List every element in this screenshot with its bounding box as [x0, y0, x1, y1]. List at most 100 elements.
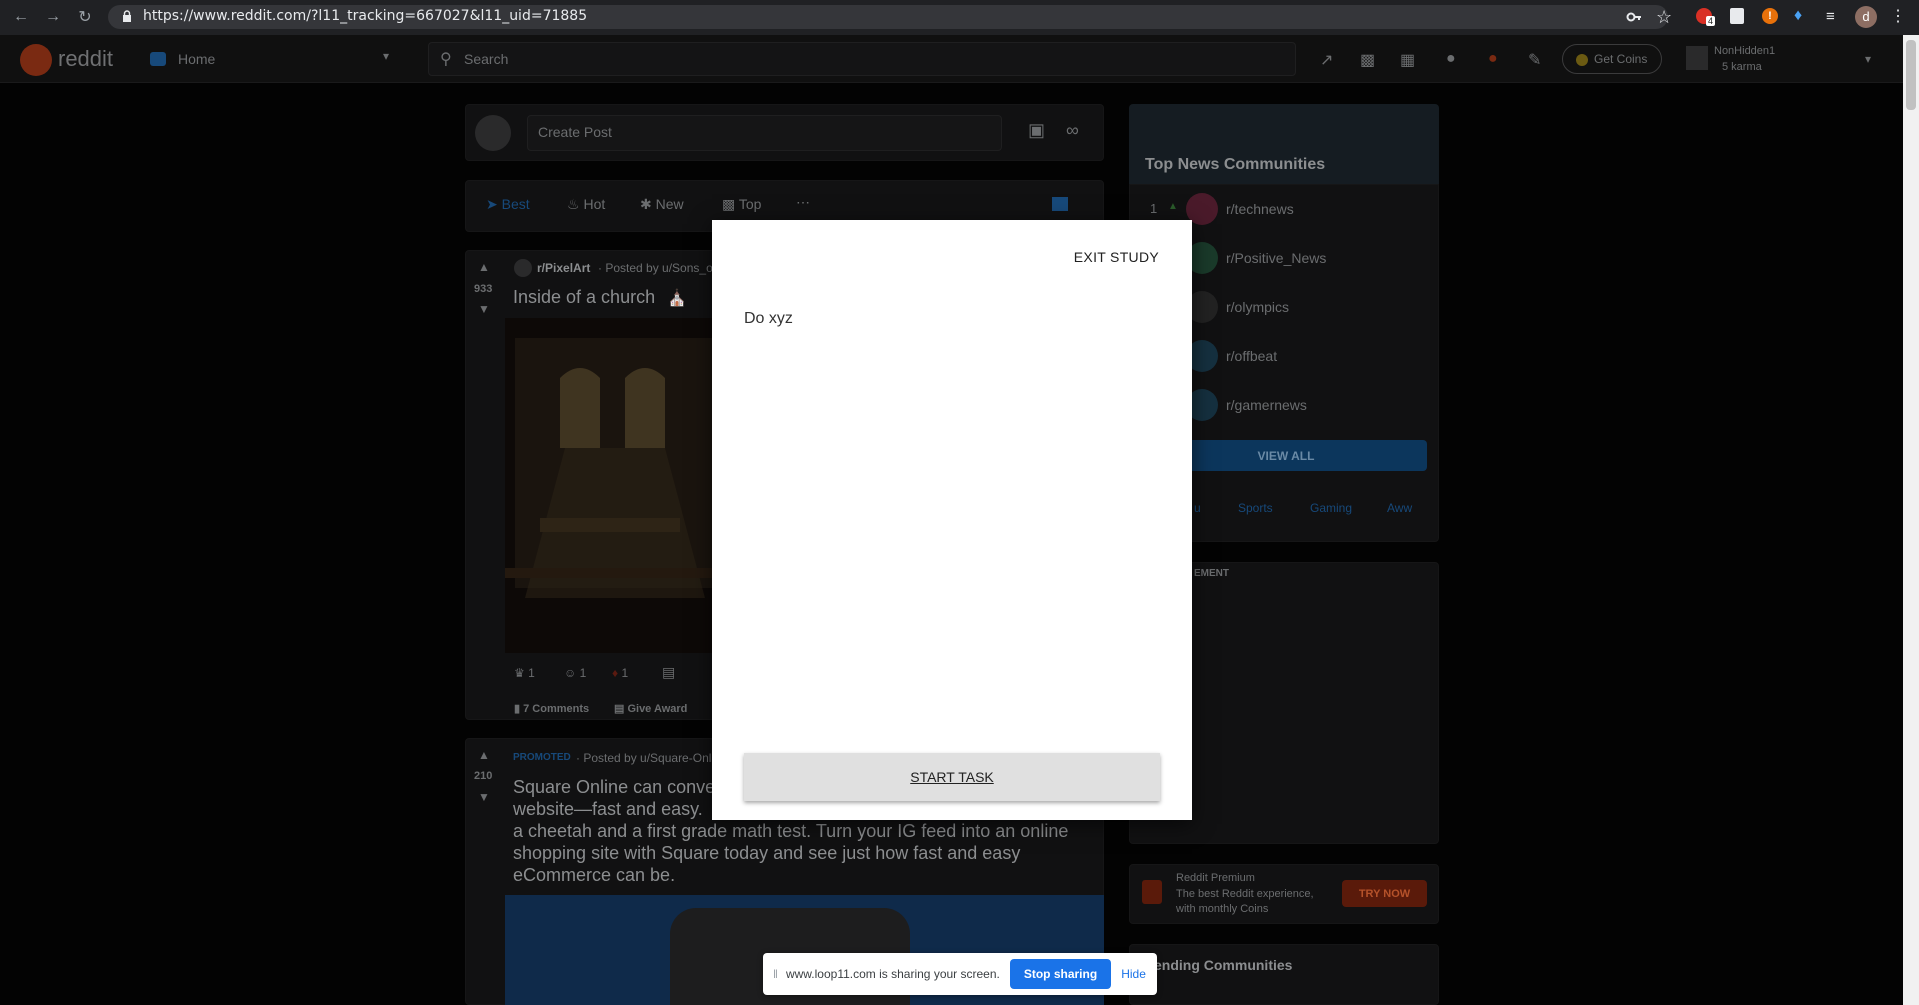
sort-tab-best[interactable]: ➤ Best	[486, 196, 530, 213]
topic-tab[interactable]: Gaming	[1310, 501, 1352, 515]
extension-alert-icon[interactable]: !	[1762, 8, 1778, 24]
profile-avatar[interactable]: d	[1855, 6, 1877, 28]
link-icon[interactable]: ∞	[1066, 120, 1079, 141]
start-task-button[interactable]: START TASK	[744, 753, 1160, 801]
award-3-icon[interactable]: ♦ 1	[612, 666, 628, 680]
stats-icon[interactable]: ▩	[1360, 50, 1375, 70]
award-2-icon[interactable]: ☺ 1	[564, 666, 586, 680]
comments-button[interactable]: ▮ 7 Comments	[514, 702, 589, 715]
promoted-title-line: a cheetah and a first grade math test. T…	[513, 821, 1069, 841]
chat-icon[interactable]: ●	[1446, 50, 1456, 68]
coin-icon	[1576, 54, 1588, 66]
browser-menu-icon[interactable]: ⋮	[1890, 6, 1906, 26]
more-options-icon[interactable]: ⋯	[796, 194, 810, 211]
promoted-title-line: shopping site with Square today and see …	[513, 843, 1021, 863]
topic-tab[interactable]: Aww	[1387, 501, 1412, 515]
subreddit-icon[interactable]	[514, 259, 532, 277]
user-menu-chevron-icon[interactable]: ▾	[1865, 52, 1871, 66]
task-instructions: Do xyz	[744, 310, 793, 327]
vote-count: 933	[474, 283, 493, 295]
top-news-title: Top News Communities	[1145, 156, 1326, 173]
promoted-label: PROMOTED	[513, 752, 571, 763]
home-icon	[150, 52, 166, 66]
advertisement-label: EMENT	[1194, 568, 1229, 579]
comments-label: 7 Comments	[523, 703, 590, 715]
karma-count: 5 karma	[1722, 61, 1762, 73]
downvote-icon[interactable]: ▼	[478, 302, 490, 316]
topic-tab[interactable]: u	[1194, 501, 1201, 515]
search-icon: ⚲	[440, 51, 452, 68]
key-icon[interactable]	[1625, 8, 1643, 26]
topic-tab[interactable]: Sports	[1238, 501, 1273, 515]
sort-tab-new[interactable]: ✱ New	[640, 196, 684, 213]
community-link[interactable]: r/offbeat	[1226, 348, 1277, 364]
user-avatar[interactable]	[1686, 46, 1708, 70]
sort-tab-top-label: Top	[738, 196, 762, 212]
extension-file-icon[interactable]	[1730, 8, 1744, 24]
sort-tab-hot[interactable]: ♨ Hot	[567, 196, 605, 213]
post-title[interactable]: Inside of a church	[513, 287, 655, 308]
back-icon[interactable]: ←	[10, 6, 32, 28]
puzzle-icon[interactable]: ♦	[1794, 7, 1802, 25]
gift-icon[interactable]: ▤	[662, 664, 675, 681]
award-1-icon[interactable]: ♛ 1	[514, 666, 535, 680]
reload-icon[interactable]: ↻	[74, 6, 96, 28]
create-post-placeholder: Create Post	[538, 124, 612, 140]
trending-communities-title: ending Communities	[1154, 957, 1293, 973]
sort-tab-hot-label: Hot	[583, 196, 606, 212]
community-link[interactable]: r/technews	[1226, 201, 1294, 217]
sort-tab-top[interactable]: ▩ Top	[722, 196, 761, 213]
premium-title: Reddit Premium	[1176, 872, 1255, 884]
give-award-label: Give Award	[627, 703, 688, 715]
search-input[interactable]	[428, 42, 1296, 76]
hide-button[interactable]: Hide	[1121, 967, 1146, 981]
page-scrollbar[interactable]	[1903, 35, 1919, 1005]
shield-icon	[1142, 880, 1162, 904]
posted-by[interactable]: · Posted by u/Square-Onl	[576, 751, 711, 765]
award-2-count: 1	[579, 666, 587, 680]
community-link[interactable]: r/Positive_News	[1226, 250, 1326, 266]
chevron-down-icon[interactable]: ▾	[383, 49, 389, 63]
drag-handle-icon[interactable]: ‖	[773, 967, 778, 981]
upvote-icon[interactable]: ▲	[478, 260, 490, 274]
upvote-icon[interactable]: ▲	[478, 748, 490, 762]
screen-share-bar: ‖ www.loop11.com is sharing your screen.…	[763, 953, 1157, 995]
sort-tab-best-label: Best	[501, 196, 530, 212]
posted-by[interactable]: · Posted by u/Sons_o	[598, 261, 713, 275]
get-coins-label: Get Coins	[1594, 52, 1648, 66]
trending-icon[interactable]: ↗	[1320, 50, 1333, 70]
home-dropdown-label[interactable]: Home	[178, 51, 215, 67]
give-award-button[interactable]: ▤ Give Award	[614, 702, 687, 715]
subreddit-link[interactable]: r/PixelArt	[537, 261, 590, 275]
rank-number: 1	[1150, 201, 1158, 216]
stop-sharing-button[interactable]: Stop sharing	[1009, 959, 1112, 989]
scrollbar-thumb[interactable]	[1906, 40, 1916, 110]
community-link[interactable]: r/gamernews	[1226, 397, 1307, 413]
image-icon[interactable]: ▣	[1028, 120, 1045, 141]
community-link[interactable]: r/olympics	[1226, 299, 1289, 315]
qr-icon[interactable]: ▦	[1400, 50, 1415, 70]
reddit-wordmark[interactable]: reddit	[58, 46, 113, 72]
premium-desc: with monthly Coins	[1176, 903, 1269, 915]
extension-badge: 4	[1706, 16, 1716, 26]
pencil-icon[interactable]: ✎	[1528, 50, 1541, 70]
forward-icon[interactable]: →	[42, 6, 64, 28]
post-image-pixel-church[interactable]	[505, 318, 713, 653]
playlist-icon[interactable]: ≡	[1826, 8, 1835, 25]
search-placeholder: Search	[464, 51, 509, 67]
church-emoji-icon: ⛪	[667, 290, 687, 307]
promoted-title-line: eCommerce can be.	[513, 865, 676, 885]
vote-count: 210	[474, 770, 493, 782]
rank-up-icon: ▲	[1168, 201, 1178, 212]
try-now-button[interactable]: TRY NOW	[1342, 880, 1427, 907]
study-task-modal: EXIT STUDY Do xyz START TASK	[712, 220, 1192, 820]
downvote-icon[interactable]: ▼	[478, 790, 490, 804]
star-icon[interactable]: ☆	[1656, 7, 1672, 28]
exit-study-button[interactable]: EXIT STUDY	[1074, 249, 1159, 265]
lock-icon	[122, 10, 132, 22]
reddit-logo-icon[interactable]	[20, 44, 52, 76]
notifications-icon[interactable]: ●	[1488, 50, 1498, 68]
layout-view-icon[interactable]	[1052, 197, 1068, 211]
award-3-count: 1	[621, 666, 629, 680]
sort-tab-new-label: New	[655, 196, 684, 212]
